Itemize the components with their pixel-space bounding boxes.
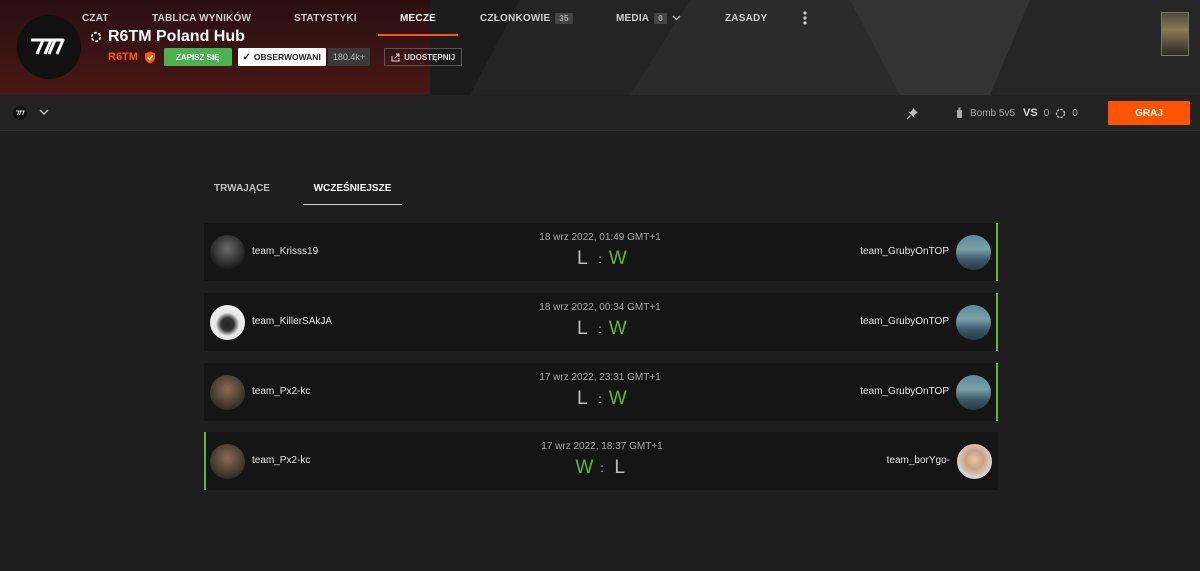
tab-stats[interactable]: STATYSTYKI bbox=[294, 0, 357, 36]
join-button-label: ZAPISZ SIĘ bbox=[175, 52, 220, 62]
pin-button[interactable] bbox=[906, 95, 919, 131]
hub-mini-logo[interactable] bbox=[13, 106, 27, 120]
pin-icon bbox=[906, 107, 918, 119]
score-separator: : bbox=[598, 391, 602, 406]
checkmark-icon: ✓ bbox=[242, 51, 251, 63]
hub-logo[interactable] bbox=[17, 15, 81, 79]
match-date: 17 wrz 2022, 23:31 GMT+1 bbox=[539, 372, 661, 383]
match-date: 18 wrz 2022, 00:34 GMT+1 bbox=[539, 302, 661, 313]
tab-media-label: MEDIA bbox=[616, 12, 650, 24]
match-date: 17 wrz 2022, 18:37 GMT+1 bbox=[541, 441, 663, 452]
team-right-name[interactable]: team_borYgo- bbox=[887, 455, 950, 466]
tab-chat[interactable]: CZAT bbox=[82, 0, 109, 36]
tab-ongoing[interactable]: TRWAJĄCE bbox=[203, 172, 281, 205]
verified-shield-icon bbox=[144, 51, 155, 63]
tab-leaderboard[interactable]: TABLICA WYNIKÓW bbox=[152, 0, 251, 36]
score-separator: : bbox=[598, 251, 602, 266]
match-row[interactable]: team_Krisss19 18 wrz 2022, 01:49 GMT+1 L… bbox=[204, 223, 998, 281]
more-menu-button[interactable] bbox=[801, 0, 809, 36]
play-button[interactable]: GRAJ bbox=[1108, 101, 1190, 125]
score-left: L bbox=[577, 248, 588, 269]
tab-past[interactable]: WCZEŚNIEJSZE bbox=[303, 172, 402, 205]
match-row[interactable]: team_Px2-kc 17 wrz 2022, 23:31 GMT+1 L:W… bbox=[204, 363, 998, 421]
score-right: W bbox=[608, 318, 627, 339]
followers-count: 180.4k+ bbox=[327, 48, 371, 66]
bomb-icon bbox=[957, 107, 962, 118]
share-button-label: UDOSTĘPNIJ bbox=[404, 52, 456, 62]
team-right-name[interactable]: team_GrubyOnTOP bbox=[860, 246, 949, 257]
tab-members[interactable]: CZŁONKOWIE 35 bbox=[480, 0, 573, 36]
score-left: L bbox=[577, 318, 588, 339]
follow-button[interactable]: ✓ OBSERWOWANI bbox=[237, 48, 326, 66]
tab-chat-label: CZAT bbox=[82, 12, 109, 24]
queue-info: Bomb 5v5 VS 0 0 bbox=[955, 95, 1078, 131]
tab-members-label: CZŁONKOWIE bbox=[480, 12, 551, 24]
queue-count-b: 0 bbox=[1072, 107, 1078, 119]
follow-button-label: OBSERWOWANI bbox=[253, 52, 321, 62]
team-right-avatar bbox=[956, 235, 991, 270]
match-row[interactable]: team_KillerSAkJA 18 wrz 2022, 00:34 GMT+… bbox=[204, 293, 998, 351]
tab-past-label: WCZEŚNIEJSZE bbox=[313, 182, 392, 194]
chevron-down-icon bbox=[672, 15, 681, 21]
share-icon bbox=[391, 53, 400, 61]
org-row: R6TM ZAPISZ SIĘ ✓ OBSERWOWANI 180.4k+ UD… bbox=[108, 48, 463, 66]
tab-leaderboard-label: TABLICA WYNIKÓW bbox=[152, 12, 252, 24]
share-button[interactable]: UDOSTĘPNIJ bbox=[384, 48, 463, 66]
score-right: W bbox=[608, 248, 627, 269]
tab-rules[interactable]: ZASADY bbox=[725, 0, 767, 36]
tab-ongoing-label: TRWAJĄCE bbox=[214, 183, 270, 194]
vs-label: VS bbox=[1023, 107, 1038, 119]
match-row[interactable]: team_Px2-kc 17 wrz 2022, 18:37 GMT+1 W:L… bbox=[204, 432, 998, 490]
chevron-down-icon[interactable] bbox=[39, 109, 49, 116]
status-ring-icon bbox=[1056, 108, 1066, 118]
score-separator: : bbox=[598, 321, 602, 336]
tab-rules-label: ZASADY bbox=[725, 12, 768, 24]
followers-count-value: 180.4k+ bbox=[332, 52, 366, 62]
join-button[interactable]: ZAPISZ SIĘ bbox=[163, 48, 232, 66]
tab-media[interactable]: MEDIA 0 bbox=[616, 0, 681, 36]
score-left: W bbox=[575, 457, 594, 478]
match-score: W: L bbox=[206, 457, 998, 479]
team-right-avatar bbox=[956, 305, 991, 340]
tab-matches-label: MECZE bbox=[400, 12, 436, 24]
org-name-link[interactable]: R6TM bbox=[108, 51, 138, 63]
tab-matches[interactable]: MECZE bbox=[378, 0, 458, 36]
team-right-avatar bbox=[956, 375, 991, 410]
score-separator: : bbox=[600, 460, 604, 475]
queue-mode-label: Bomb 5v5 bbox=[970, 107, 1016, 119]
team-right-name[interactable]: team_GrubyOnTOP bbox=[860, 316, 949, 327]
score-right: W bbox=[608, 388, 627, 409]
score-right: L bbox=[614, 457, 625, 478]
game-thumbnail[interactable] bbox=[1161, 12, 1189, 56]
score-left: L bbox=[577, 388, 588, 409]
play-button-label: GRAJ bbox=[1135, 107, 1163, 119]
members-count-badge: 35 bbox=[555, 12, 573, 24]
team-right-avatar bbox=[957, 444, 992, 479]
tab-stats-label: STATYSTYKI bbox=[294, 12, 357, 24]
team-right-name[interactable]: team_GrubyOnTOP bbox=[860, 386, 949, 397]
more-vertical-icon bbox=[803, 11, 807, 25]
queue-count-a: 0 bbox=[1043, 107, 1050, 119]
media-count-badge: 0 bbox=[654, 12, 667, 24]
match-date: 18 wrz 2022, 01:49 GMT+1 bbox=[539, 232, 661, 243]
